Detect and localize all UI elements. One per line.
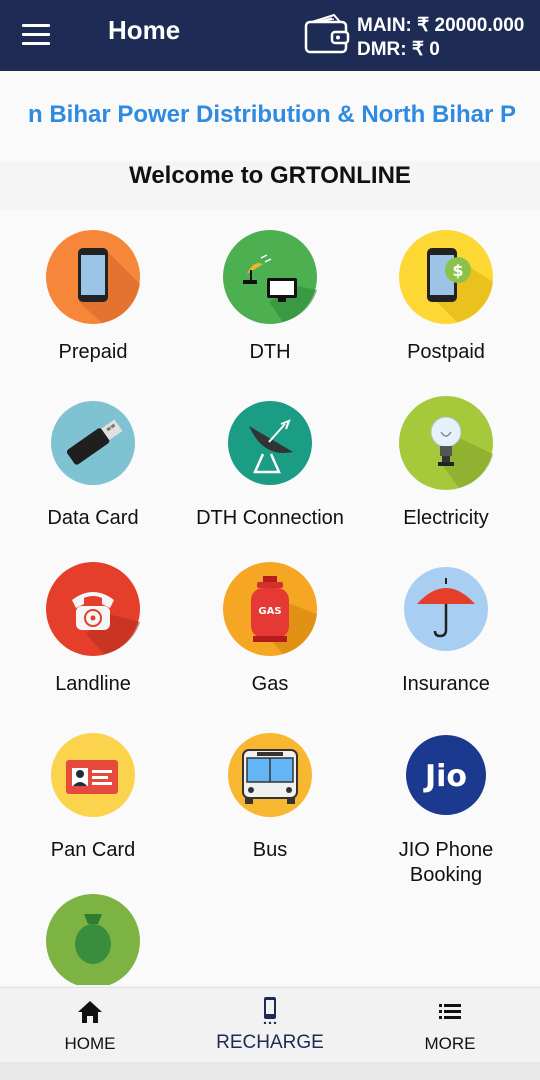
nav-recharge-label: RECHARGE [216,1032,324,1053]
service-label: JIO Phone Booking [398,839,494,886]
app-bar: Home MAIN: ₹ 20000.000 DMR: ₹ 0 [0,0,540,71]
phone-dollar-icon: $ [399,230,493,324]
money-bag-icon [46,894,140,985]
nav-more-label: MORE [424,1034,476,1053]
services-grid: Prepaid DTH $ Postpaid Data Card DTH Con… [0,210,540,985]
service-label: Landline [55,673,131,695]
page-title: Home [108,15,181,45]
service-postpaid[interactable]: $ Postpaid [356,210,536,376]
service-money-bag[interactable] [3,874,183,985]
id-card-icon [51,733,135,817]
service-data-card[interactable]: Data Card [3,376,183,542]
wallet-balances[interactable]: MAIN: ₹ 20000.000 DMR: ₹ 0 [357,14,524,62]
service-label: Prepaid [58,341,128,363]
service-jio-phone-booking[interactable]: Jio JIO Phone Booking [356,708,536,886]
service-landline[interactable]: Landline [3,542,183,708]
service-label: Insurance [402,673,490,695]
service-prepaid[interactable]: Prepaid [3,210,183,376]
gas-cylinder-icon: GAS [223,562,317,656]
service-dth[interactable]: DTH [180,210,360,376]
service-label: Postpaid [407,341,485,363]
service-bus[interactable]: Bus [180,708,360,874]
mobile-icon [263,997,277,1024]
satellite-tv-icon [223,230,317,324]
nav-home-label: HOME [64,1034,116,1053]
home-icon [78,1001,102,1023]
mobile-phone-icon [46,230,140,324]
service-gas[interactable]: GAS Gas [180,542,360,708]
service-label: DTH Connection [196,507,344,529]
service-insurance[interactable]: Insurance [356,542,536,708]
service-label: DTH [249,341,291,363]
svg-text:$: $ [452,261,463,280]
service-dth-connection[interactable]: DTH Connection [180,376,360,542]
service-label: Data Card [47,507,139,529]
nav-recharge[interactable]: RECHARGE [180,988,360,1063]
service-label: Electricity [403,507,489,529]
service-label: Bus [252,839,288,861]
system-nav-strip [0,1062,540,1080]
telephone-icon [46,562,140,656]
hamburger-menu-icon[interactable] [22,24,50,46]
usb-dongle-icon [51,401,135,485]
bus-icon [228,733,312,817]
umbrella-icon [404,567,488,651]
welcome-heading: Welcome to GRTONLINE [129,162,411,189]
light-bulb-icon [399,396,493,490]
main-balance: MAIN: ₹ 20000.000 [357,15,525,36]
gas-label-text: GAS [258,606,281,617]
bottom-navigation: HOME RECHARGE MORE [0,987,540,1062]
list-icon [439,1004,461,1019]
dmr-balance: DMR: ₹ 0 [357,39,440,60]
news-marquee: n Bihar Power Distribution & North Bihar… [0,71,540,161]
wallet-icon[interactable] [304,14,350,54]
marquee-text: n Bihar Power Distribution & North Bihar… [28,101,517,128]
service-electricity[interactable]: Electricity [356,376,536,542]
service-label: Pan Card [50,839,136,861]
service-pan-card[interactable]: Pan Card [3,708,183,874]
nav-home[interactable]: HOME [0,988,180,1063]
nav-more[interactable]: MORE [360,988,540,1063]
satellite-dish-icon [228,401,312,485]
jio-logo-text: Jio [423,759,467,794]
jio-logo-icon: Jio [406,735,486,815]
service-label: Gas [251,673,289,695]
